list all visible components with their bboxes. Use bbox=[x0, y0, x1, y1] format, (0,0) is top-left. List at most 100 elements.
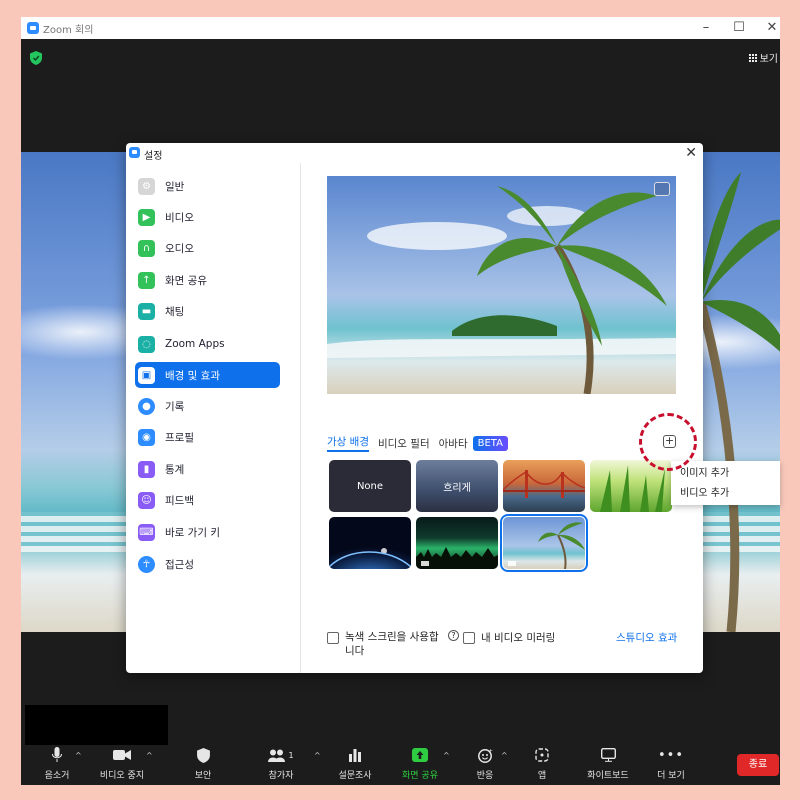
mute-label: 음소거 bbox=[44, 771, 70, 781]
redacted-area bbox=[25, 705, 168, 745]
camera-rotate-icon[interactable] bbox=[654, 182, 670, 196]
sidebar-item-share-screen[interactable]: ↑ 화면 공유 bbox=[135, 267, 280, 293]
sidebar-item-background-effects[interactable]: ▣ 배경 및 효과 bbox=[135, 362, 280, 388]
thumbnail-label: 흐리게 bbox=[443, 482, 471, 494]
whiteboard-icon bbox=[600, 748, 616, 762]
grid-view-icon bbox=[748, 53, 757, 62]
thumbnail-blur[interactable]: 흐리게 bbox=[416, 460, 498, 512]
sidebar-item-label: 비디오 bbox=[165, 211, 194, 224]
apps-icon bbox=[535, 748, 549, 762]
video-options-caret-icon[interactable]: ^ bbox=[146, 751, 153, 760]
microphone-icon bbox=[52, 747, 62, 762]
menu-item-add-video[interactable]: 비디오 추가 bbox=[680, 484, 729, 499]
reactions-emoji-icon: + bbox=[477, 748, 493, 763]
accessibility-icon: ☥ bbox=[138, 555, 155, 573]
mirror-video-option[interactable]: 내 비디오 미러링 bbox=[463, 630, 555, 645]
sidebar-item-label: 접근성 bbox=[165, 558, 194, 571]
sidebar-item-label: 오디오 bbox=[165, 242, 194, 255]
thumbnail-golden-gate[interactable] bbox=[503, 460, 585, 512]
thumbnail-earth[interactable] bbox=[329, 517, 411, 569]
stop-video-button[interactable]: 비디오 중지 bbox=[99, 745, 145, 785]
mirror-video-checkbox[interactable] bbox=[463, 632, 475, 644]
sidebar-item-audio[interactable]: ∩ 오디오 bbox=[135, 235, 280, 261]
stop-video-label: 비디오 중지 bbox=[99, 771, 145, 781]
view-button[interactable]: 보기 bbox=[748, 50, 778, 65]
audio-options-caret-icon[interactable]: ^ bbox=[75, 751, 82, 760]
sidebar-item-label: 기록 bbox=[165, 400, 185, 413]
sidebar-item-label: 화면 공유 bbox=[165, 274, 207, 287]
share-screen-label: 화면 공유 bbox=[402, 771, 438, 781]
participants-label: 참가자 bbox=[268, 771, 294, 781]
share-options-caret-icon[interactable]: ^ bbox=[443, 751, 450, 760]
security-label: 보안 bbox=[194, 771, 212, 781]
sidebar-item-profile[interactable]: ◉ 프로필 bbox=[135, 424, 280, 450]
minimize-button[interactable]: – bbox=[696, 19, 716, 37]
thumbnail-beach[interactable] bbox=[500, 514, 588, 572]
window-title: Zoom 회의 bbox=[43, 25, 94, 36]
background-icon: ▣ bbox=[138, 366, 155, 384]
green-screen-option[interactable]: 녹색 스크린을 사용합니다 ? bbox=[327, 630, 459, 658]
keyboard-icon: ⌨ bbox=[138, 523, 155, 541]
sidebar-item-label: 일반 bbox=[165, 180, 185, 193]
more-dots-icon: ••• bbox=[657, 747, 684, 763]
help-icon[interactable]: ? bbox=[448, 630, 459, 641]
share-screen-button[interactable]: 화면 공유 bbox=[400, 745, 440, 785]
mirror-video-label: 내 비디오 미러링 bbox=[481, 632, 556, 644]
sidebar-item-general[interactable]: ⚙ 일반 bbox=[135, 173, 280, 199]
dialog-close-button[interactable]: ✕ bbox=[685, 145, 697, 161]
sidebar-item-recording[interactable]: ● 기록 bbox=[135, 393, 280, 419]
sidebar-item-label: 피드백 bbox=[165, 494, 194, 507]
studio-effects-link[interactable]: 스튜디오 효과 bbox=[616, 630, 677, 645]
maximize-button[interactable]: ☐ bbox=[729, 19, 749, 37]
tab-video-filters[interactable]: 비디오 필터 bbox=[378, 436, 430, 451]
reactions-caret-icon[interactable]: ^ bbox=[501, 751, 508, 760]
participants-icon bbox=[268, 749, 286, 762]
golden-gate-bridge-image bbox=[503, 470, 585, 498]
highlight-annotation-circle bbox=[639, 413, 697, 471]
sidebar-item-feedback[interactable]: ☺ 피드백 bbox=[135, 487, 280, 513]
mute-button[interactable]: 음소거 bbox=[39, 745, 75, 785]
security-shield-icon bbox=[196, 747, 210, 763]
polls-chart-icon bbox=[349, 749, 361, 762]
sidebar-item-video[interactable]: ▶ 비디오 bbox=[135, 204, 280, 230]
tab-virtual-background[interactable]: 가상 배경 bbox=[327, 434, 369, 452]
statistics-icon: ▮ bbox=[138, 460, 155, 478]
thumbnail-aurora[interactable] bbox=[416, 517, 498, 569]
whiteboard-button[interactable]: 화이트보드 bbox=[585, 745, 631, 785]
polls-button[interactable]: 설문조사 bbox=[337, 745, 373, 785]
more-button[interactable]: ••• 더 보기 bbox=[656, 745, 686, 785]
sidebar-item-chat[interactable]: ▬ 채팅 bbox=[135, 298, 280, 324]
meeting-toolbar: 음소거 ^ 비디오 중지 ^ 보안 1 참가자 ^ 설문조사 화면 공유 ^ +… bbox=[21, 745, 780, 785]
beach-preview-image bbox=[327, 176, 676, 394]
menu-item-add-image[interactable]: 이미지 추가 bbox=[680, 464, 729, 479]
security-button[interactable]: 보안 bbox=[191, 745, 215, 785]
svg-text:+: + bbox=[488, 748, 493, 755]
video-camera-icon: ▶ bbox=[138, 208, 155, 226]
participants-caret-icon[interactable]: ^ bbox=[314, 751, 321, 760]
green-screen-checkbox[interactable] bbox=[327, 632, 339, 644]
add-background-menu: 이미지 추가 비디오 추가 bbox=[671, 461, 780, 505]
sidebar-item-statistics[interactable]: ▮ 통계 bbox=[135, 456, 280, 482]
sidebar-item-accessibility[interactable]: ☥ 접근성 bbox=[135, 551, 280, 577]
profile-icon: ◉ bbox=[138, 428, 155, 446]
end-meeting-button[interactable]: 종료 bbox=[737, 754, 779, 776]
whiteboard-label: 화이트보드 bbox=[587, 771, 629, 781]
encryption-shield-icon[interactable] bbox=[30, 51, 42, 65]
apps-icon: ◌ bbox=[138, 335, 155, 353]
background-preview bbox=[327, 176, 676, 394]
share-screen-icon: ↑ bbox=[138, 271, 155, 289]
apps-button[interactable]: 앱 bbox=[533, 745, 551, 785]
participant-count: 1 bbox=[288, 750, 294, 760]
beach-palm-image bbox=[508, 522, 585, 569]
close-window-button[interactable]: ✕ bbox=[762, 19, 780, 37]
tab-avatars[interactable]: 아바타 bbox=[439, 436, 468, 451]
participants-button[interactable]: 1 참가자 bbox=[265, 745, 297, 785]
video-camera-icon bbox=[113, 750, 131, 760]
thumbnail-none[interactable]: None bbox=[329, 460, 411, 512]
sidebar-item-label: Zoom Apps bbox=[165, 338, 225, 350]
sidebar-item-zoom-apps[interactable]: ◌ Zoom Apps bbox=[135, 331, 280, 357]
sidebar-item-label: 배경 및 효과 bbox=[165, 369, 220, 382]
sidebar-item-keyboard-shortcuts[interactable]: ⌨ 바로 가기 키 bbox=[135, 519, 280, 545]
settings-sidebar: ⚙ 일반 ▶ 비디오 ∩ 오디오 ↑ 화면 공유 ▬ 채팅 ◌ Zoom App… bbox=[126, 163, 301, 673]
reactions-button[interactable]: + 반응 bbox=[474, 745, 496, 785]
